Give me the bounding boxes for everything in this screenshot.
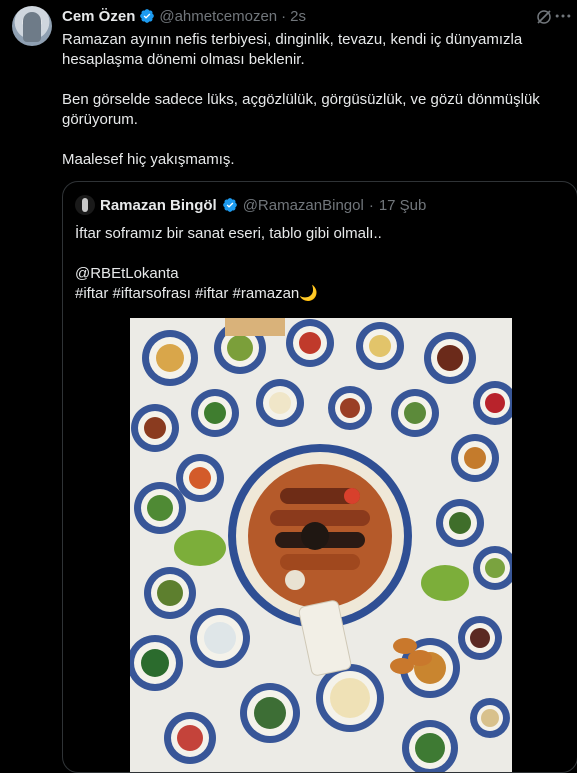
- quoted-tweet-header: Ramazan Bingöl @RamazanBingol · 17 Şub: [75, 194, 426, 216]
- mention-link[interactable]: @RBEtLokanta: [75, 264, 555, 284]
- tweet-text: Ramazan ayının nefis terbiyesi, dinginli…: [62, 30, 552, 170]
- hashtags-link[interactable]: #iftar #iftarsofrası #iftar #ramazan🌙: [75, 284, 555, 304]
- quoted-tags: @RBEtLokanta #iftar #iftarsofrası #iftar…: [75, 264, 555, 304]
- tweet-paragraph: Ben görselde sadece lüks, açgözlülük, gö…: [62, 91, 540, 128]
- author-name[interactable]: Cem Özen: [62, 8, 135, 25]
- quoted-avatar[interactable]: [75, 195, 95, 215]
- quoted-author-handle[interactable]: @RamazanBingol: [243, 197, 364, 214]
- quoted-tweet-text: İftar soframız bir sanat eseri, tablo gi…: [75, 224, 555, 304]
- separator: ·: [281, 7, 287, 25]
- more-icon[interactable]: [553, 6, 573, 26]
- tweet-header: Cem Özen @ahmetcemozen · 2s: [62, 6, 306, 26]
- avatar[interactable]: [12, 6, 52, 46]
- verified-badge-icon: [222, 198, 237, 212]
- quoted-tweet[interactable]: Ramazan Bingöl @RamazanBingol · 17 Şub İ…: [62, 181, 577, 773]
- verified-badge-icon: [140, 9, 155, 23]
- quoted-line: İftar soframız bir sanat eseri, tablo gi…: [75, 225, 382, 242]
- quoted-author-name[interactable]: Ramazan Bingöl: [100, 197, 217, 214]
- media-image[interactable]: [130, 318, 512, 772]
- timestamp[interactable]: 2s: [290, 8, 306, 25]
- tweet-paragraph: Ramazan ayının nefis terbiyesi, dinginli…: [62, 31, 523, 68]
- quoted-timestamp[interactable]: 17 Şub: [379, 197, 427, 214]
- grok-icon[interactable]: [535, 8, 553, 26]
- tweet[interactable]: Cem Özen @ahmetcemozen · 2s Ramazan ayın…: [0, 0, 577, 773]
- food-photo: [130, 318, 512, 772]
- separator: ·: [368, 196, 374, 214]
- tweet-paragraph: Maalesef hiç yakışmamış.: [62, 151, 235, 168]
- author-handle[interactable]: @ahmetcemozen: [159, 8, 277, 25]
